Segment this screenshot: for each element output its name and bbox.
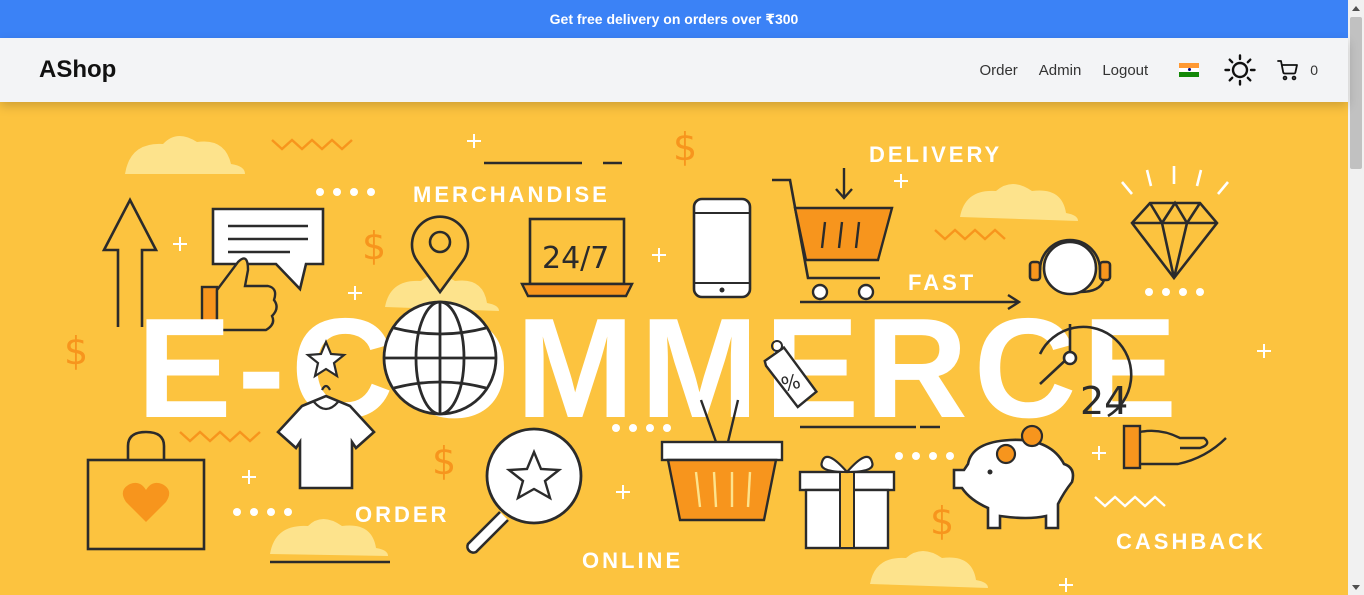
svg-text:$: $ xyxy=(362,224,386,268)
scroll-down-icon[interactable] xyxy=(1348,579,1364,595)
nav-link-admin[interactable]: Admin xyxy=(1039,62,1082,79)
label-24: 24 xyxy=(1080,379,1128,423)
label-fast: FAST xyxy=(908,270,976,295)
brand-logo[interactable]: AShop xyxy=(39,56,116,84)
navbar: AShop Order Admin Logout 0 xyxy=(0,38,1348,102)
label-order: ORDER xyxy=(355,502,449,527)
india-flag-icon[interactable] xyxy=(1179,63,1200,77)
cart-button[interactable]: 0 xyxy=(1276,58,1318,82)
nav-menu: Order Admin Logout 0 xyxy=(958,53,1318,87)
theme-toggle-button[interactable] xyxy=(1223,53,1257,87)
scroll-up-icon[interactable] xyxy=(1348,0,1364,16)
sun-icon xyxy=(1224,54,1256,86)
nav-link-order[interactable]: Order xyxy=(979,62,1017,79)
label-merchandise: MERCHANDISE xyxy=(413,182,610,207)
scrollbar-thumb[interactable] xyxy=(1350,17,1362,169)
label-24-7: 24/7 xyxy=(542,241,609,276)
label-delivery: DELIVERY xyxy=(869,142,1002,167)
label-cashback: CASHBACK xyxy=(1116,529,1266,554)
promo-text: Get free delivery on orders over ₹300 xyxy=(549,10,799,27)
hero-banner: $ $ $ $ $ E-COMMERCE MERCHANDISE DELIVER… xyxy=(0,102,1348,595)
cart-icon xyxy=(1277,60,1299,81)
label-online: ONLINE xyxy=(582,548,683,573)
cart-count: 0 xyxy=(1310,62,1318,78)
ecommerce-illustration: $ $ $ $ $ E-COMMERCE MERCHANDISE DELIVER… xyxy=(0,102,1348,595)
globe-icon xyxy=(382,300,498,416)
smartphone-icon xyxy=(692,197,752,299)
svg-text:$: $ xyxy=(930,499,954,543)
nav-link-logout[interactable]: Logout xyxy=(1102,62,1148,79)
svg-text:$: $ xyxy=(64,329,88,373)
svg-text:$: $ xyxy=(673,125,697,169)
promo-banner: Get free delivery on orders over ₹300 xyxy=(0,0,1348,38)
page-scrollbar[interactable] xyxy=(1348,0,1364,595)
